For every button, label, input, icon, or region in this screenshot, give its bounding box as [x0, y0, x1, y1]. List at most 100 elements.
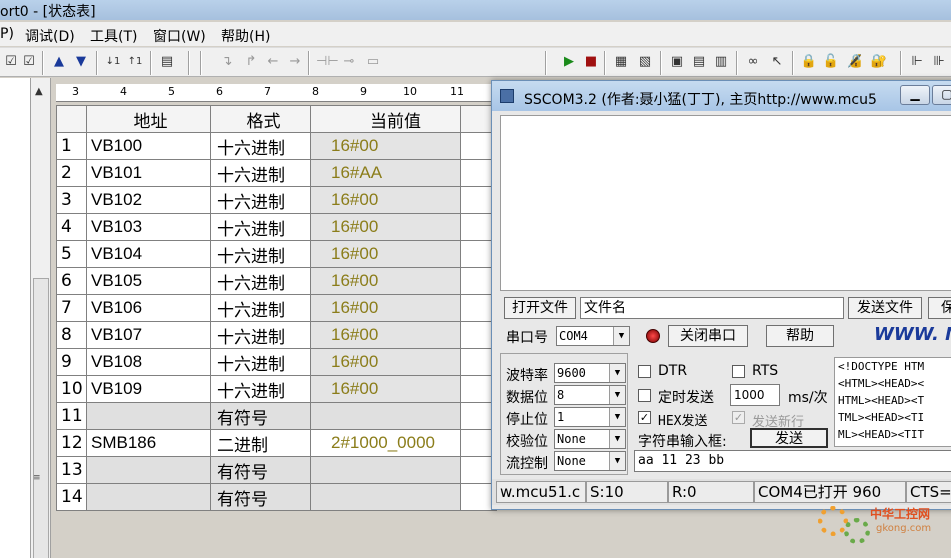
table-row[interactable]: 6 VB105 十六进制 16#00 [56, 267, 497, 295]
single-read-icon[interactable]: ▤ [690, 53, 708, 71]
table-row[interactable]: 13 有符号 [56, 456, 497, 484]
format-cell[interactable]: 十六进制 [210, 186, 311, 214]
format-cell[interactable]: 十六进制 [210, 375, 311, 403]
vertical-scrollbar[interactable]: ▲ ≡ [31, 78, 51, 558]
sort-down-icon[interactable]: ▼ [72, 53, 90, 71]
menu-item-help[interactable]: 帮助(H) [221, 26, 270, 46]
current-value-cell[interactable]: 16#00 [310, 294, 461, 322]
coil-icon[interactable]: ⊸ [340, 53, 358, 71]
send-interval-input[interactable]: 1000 [730, 384, 780, 406]
send-string-input[interactable]: aa 11 23 bb [634, 450, 951, 472]
table-row[interactable]: 11 有符号 [56, 402, 497, 430]
table-row[interactable]: 1 VB100 十六进制 16#00 [56, 132, 497, 160]
address-cell[interactable]: VB109 [86, 375, 211, 403]
maximize-button[interactable]: ▢ [932, 85, 951, 105]
table-row[interactable]: 2 VB101 十六进制 16#AA [56, 159, 497, 187]
trend-view-icon[interactable]: ▣ [668, 53, 686, 71]
address-cell[interactable] [86, 483, 211, 511]
contact-icon[interactable]: ⊣⊢ [316, 53, 339, 71]
receive-textarea[interactable] [500, 115, 951, 291]
address-cell[interactable]: VB103 [86, 213, 211, 241]
sort-descending-icon[interactable]: ↑1 [126, 53, 144, 71]
table-row[interactable]: 14 有符号 [56, 483, 497, 511]
scroll-up-icon[interactable]: ▲ [35, 86, 43, 97]
table-row[interactable]: 7 VB106 十六进制 16#00 [56, 294, 497, 322]
step-out-icon[interactable]: ↱ [242, 53, 260, 71]
table-row[interactable]: 5 VB104 十六进制 16#00 [56, 240, 497, 268]
glasses-icon[interactable]: ∞ [744, 53, 762, 71]
chevron-down-icon[interactable]: ▼ [609, 430, 625, 448]
baud-rate-select[interactable]: 9600 ▼ [554, 363, 626, 383]
chevron-down-icon[interactable]: ▼ [609, 386, 625, 404]
address-cell[interactable]: VB107 [86, 321, 211, 349]
current-value-cell[interactable] [310, 456, 461, 484]
sort-up-icon[interactable]: ▲ [50, 53, 68, 71]
hex-send-checkbox[interactable]: ✓ [638, 411, 651, 424]
table-row[interactable]: 3 VB102 十六进制 16#00 [56, 186, 497, 214]
parity-select[interactable]: None ▼ [554, 429, 626, 449]
sort-ascending-icon[interactable]: ↓1 [104, 53, 122, 71]
current-value-cell[interactable]: 2#1000_0000 [310, 429, 461, 457]
chart-status-icon[interactable]: ▧ [636, 53, 654, 71]
current-value-cell[interactable]: 16#00 [310, 321, 461, 349]
send-button[interactable]: 发送 [750, 428, 828, 448]
help-button[interactable]: 帮助 [766, 325, 834, 347]
current-value-cell[interactable]: 16#00 [310, 186, 461, 214]
table-row[interactable]: 4 VB103 十六进制 16#00 [56, 213, 497, 241]
address-cell[interactable]: VB105 [86, 267, 211, 295]
current-value-cell[interactable]: 16#00 [310, 132, 461, 160]
checklist-icon[interactable]: ☑ [2, 53, 20, 71]
current-value-cell[interactable]: 16#00 [310, 213, 461, 241]
flow-control-select[interactable]: None ▼ [554, 451, 626, 471]
timed-send-checkbox[interactable] [638, 389, 651, 402]
box-icon[interactable]: ▭ [364, 53, 382, 71]
website-logo[interactable]: WWW. M [874, 324, 951, 345]
network-icon[interactable]: ⊩ [908, 53, 926, 71]
address-cell[interactable]: VB106 [86, 294, 211, 322]
step-into-icon[interactable]: ↴ [218, 53, 236, 71]
program-status-icon[interactable]: ▦ [612, 53, 630, 71]
format-cell[interactable]: 十六进制 [210, 321, 311, 349]
address-cell[interactable]: SMB186 [86, 429, 211, 457]
menu-item-p[interactable]: P) [0, 26, 14, 42]
current-value-cell[interactable]: 16#00 [310, 348, 461, 376]
format-cell[interactable]: 十六进制 [210, 294, 311, 322]
address-cell[interactable]: VB108 [86, 348, 211, 376]
format-cell[interactable]: 十六进制 [210, 213, 311, 241]
rts-checkbox[interactable] [732, 365, 745, 378]
address-cell[interactable]: VB100 [86, 132, 211, 160]
stop-bits-select[interactable]: 1 ▼ [554, 407, 626, 427]
unforce-all-icon[interactable]: 🔏 [846, 53, 864, 71]
send-file-button[interactable]: 发送文件 [848, 297, 922, 319]
run-icon[interactable]: ▶ [560, 53, 578, 71]
pointer-icon[interactable]: ↖ [768, 53, 786, 71]
write-all-icon[interactable]: ▥ [712, 53, 730, 71]
format-cell[interactable]: 十六进制 [210, 240, 311, 268]
read-forced-icon[interactable]: 🔐 [870, 53, 888, 71]
minimize-button[interactable]: ▁ [900, 85, 930, 105]
format-cell[interactable]: 有符号 [210, 456, 311, 484]
menu-item-debug[interactable]: 调试(D) [25, 26, 75, 46]
data-bits-select[interactable]: 8 ▼ [554, 385, 626, 405]
current-value-cell[interactable]: 16#00 [310, 240, 461, 268]
port-select[interactable]: COM4 ▼ [556, 326, 630, 346]
current-value-cell[interactable]: 16#00 [310, 267, 461, 295]
arrow-right-icon[interactable]: → [286, 53, 304, 71]
address-cell[interactable] [86, 402, 211, 430]
save-button[interactable]: 保 [928, 297, 951, 319]
scroll-thumb[interactable] [33, 278, 49, 558]
chevron-down-icon[interactable]: ▼ [609, 364, 625, 382]
sscom-title-bar[interactable]: SSCOM3.2 (作者:聂小猛(丁丁), 主页http://www.mcu5 … [492, 81, 951, 111]
menu-item-tools[interactable]: 工具(T) [90, 26, 137, 46]
address-cell[interactable]: VB101 [86, 159, 211, 187]
format-cell[interactable]: 十六进制 [210, 348, 311, 376]
format-cell[interactable]: 十六进制 [210, 132, 311, 160]
format-cell[interactable]: 有符号 [210, 483, 311, 511]
chevron-down-icon[interactable]: ▼ [613, 327, 629, 345]
current-value-cell[interactable]: 16#AA [310, 159, 461, 187]
current-value-cell[interactable] [310, 402, 461, 430]
stop-icon[interactable]: ■ [582, 53, 600, 71]
chevron-down-icon[interactable]: ▼ [609, 408, 625, 426]
chevron-down-icon[interactable]: ▼ [609, 452, 625, 470]
network-2-icon[interactable]: ⊪ [930, 53, 948, 71]
